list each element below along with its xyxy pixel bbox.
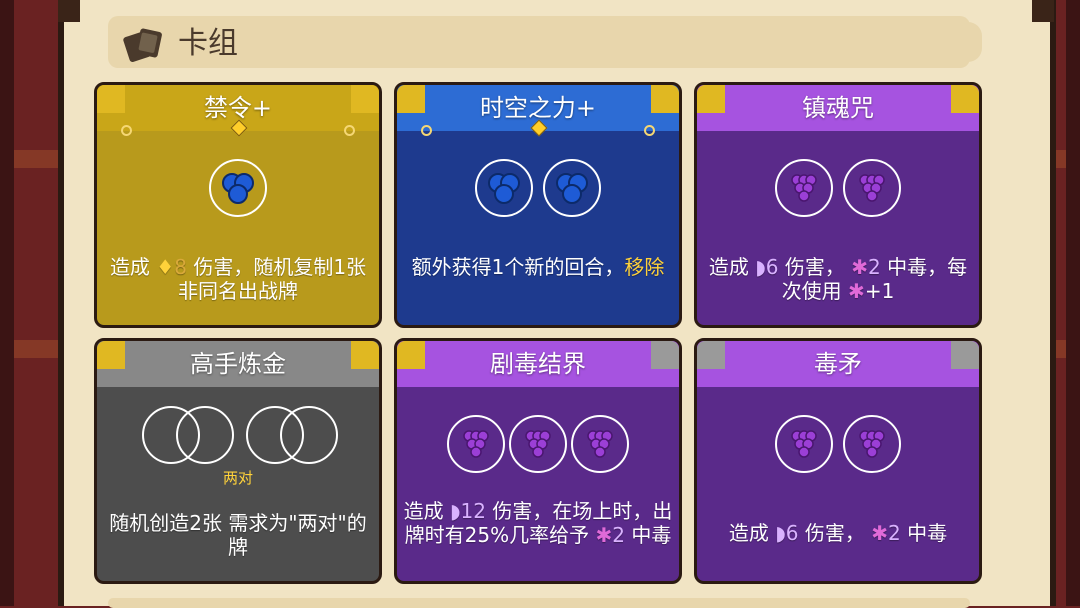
panel-corner — [58, 0, 80, 22]
poison-icon: ✱ — [851, 255, 869, 279]
purple-grape-icon — [775, 159, 833, 217]
damage-icon: ◗ — [755, 255, 766, 279]
cards-icon — [123, 28, 162, 62]
blue-orb-icon — [209, 159, 267, 217]
card-description: 随机创造2张 需求为"两对"的牌 — [103, 511, 373, 559]
panel-corner — [1032, 0, 1054, 22]
damage-value: 6 — [785, 521, 799, 545]
next-section-edge — [108, 598, 970, 608]
card-description: 额外获得1个新的回合，移除 — [403, 255, 673, 279]
card-name: 时空之力+ — [479, 94, 597, 122]
card-judu[interactable]: 剧毒结界 造成 ◗12 伤害，在场上时，出牌时有25%几率给予 ✱2 中毒 — [394, 338, 682, 584]
pair-requirement-label: 两对 — [222, 469, 253, 487]
requirement-row — [397, 159, 679, 217]
damage-icon: ◗ — [775, 521, 786, 545]
desc-text: 造成 — [708, 255, 756, 279]
card-name: 高手炼金 — [190, 350, 286, 378]
requirement-row — [697, 159, 979, 217]
desc-text: 额外获得1个新的回合， — [411, 255, 625, 279]
purple-grape-icon — [571, 415, 629, 473]
deck-title: 卡组 — [178, 26, 238, 61]
blue-orb-icon — [543, 159, 601, 217]
desc-text: 造成 — [728, 521, 776, 545]
damage-icon: ◗ — [450, 499, 461, 523]
desc-text: 造成 — [109, 255, 157, 279]
remove-keyword: 移除 — [624, 255, 665, 279]
card-jinling[interactable]: 禁令+ 造成 ♦8 伤害，随机复制1张非同名出战牌 — [94, 82, 382, 328]
purple-grape-icon — [509, 415, 567, 473]
requirement-row — [697, 415, 979, 473]
desc-text: 造成 — [403, 499, 450, 523]
poison-icon: ✱ — [871, 521, 889, 545]
desc-text: 中毒 — [624, 523, 672, 547]
damage-value: 12 — [460, 499, 486, 523]
card-description: 造成 ♦8 伤害，随机复制1张非同名出战牌 — [103, 255, 373, 303]
card-shikong[interactable]: 时空之力+ 额外获得1个新的回合，移除 — [394, 82, 682, 328]
card-name: 剧毒结界 — [490, 350, 586, 378]
desc-text: 伤害， — [798, 521, 872, 545]
card-name: 镇魂咒 — [802, 94, 874, 122]
card-zhenhun[interactable]: 镇魂咒 造成 ◗6 伤害， ✱2 中毒，每次使用 ✱+1 — [694, 82, 982, 328]
card-description: 造成 ◗6 伤害， ✱2 中毒 — [703, 521, 973, 545]
poison-value: 2 — [612, 523, 625, 547]
card-description: 造成 ◗6 伤害， ✱2 中毒，每次使用 ✱+1 — [703, 255, 973, 303]
desc-text: 伤害，随机复制1张非同名出战牌 — [178, 255, 367, 303]
right-edge — [1066, 0, 1080, 606]
empty-pair-icon — [142, 406, 338, 464]
damage-icon: ♦ — [156, 255, 175, 279]
desc-text: 中毒 — [900, 521, 948, 545]
requirement-row — [97, 159, 379, 217]
purple-grape-icon — [775, 415, 833, 473]
poison-value: 2 — [868, 255, 881, 279]
left-edge — [0, 0, 14, 606]
card-description: 造成 ◗12 伤害，在场上时，出牌时有25%几率给予 ✱2 中毒 — [403, 499, 673, 547]
purple-grape-icon — [843, 159, 901, 217]
poison-icon: ✱ — [595, 523, 613, 547]
desc-text: 随机创造2张 需求为"两对"的牌 — [109, 511, 367, 559]
header-notch — [960, 22, 982, 62]
desc-text: 伤害， — [778, 255, 852, 279]
purple-grape-icon — [447, 415, 505, 473]
card-name: 毒矛 — [814, 350, 862, 378]
requirement-row — [397, 415, 679, 473]
damage-value: 8 — [174, 255, 187, 279]
card-gaoshou[interactable]: 高手炼金 两对 随机创造2张 需求为"两对"的牌 — [94, 338, 382, 584]
card-dumao[interactable]: 毒矛 造成 ◗6 伤害， ✱2 中毒 — [694, 338, 982, 584]
poison-increment: +1 — [864, 279, 895, 303]
poison-icon: ✱ — [848, 279, 865, 303]
card-name: 禁令+ — [203, 94, 273, 122]
purple-grape-icon — [843, 415, 901, 473]
poison-value: 2 — [888, 521, 901, 545]
damage-value: 6 — [765, 255, 779, 279]
blue-orb-icon — [475, 159, 533, 217]
